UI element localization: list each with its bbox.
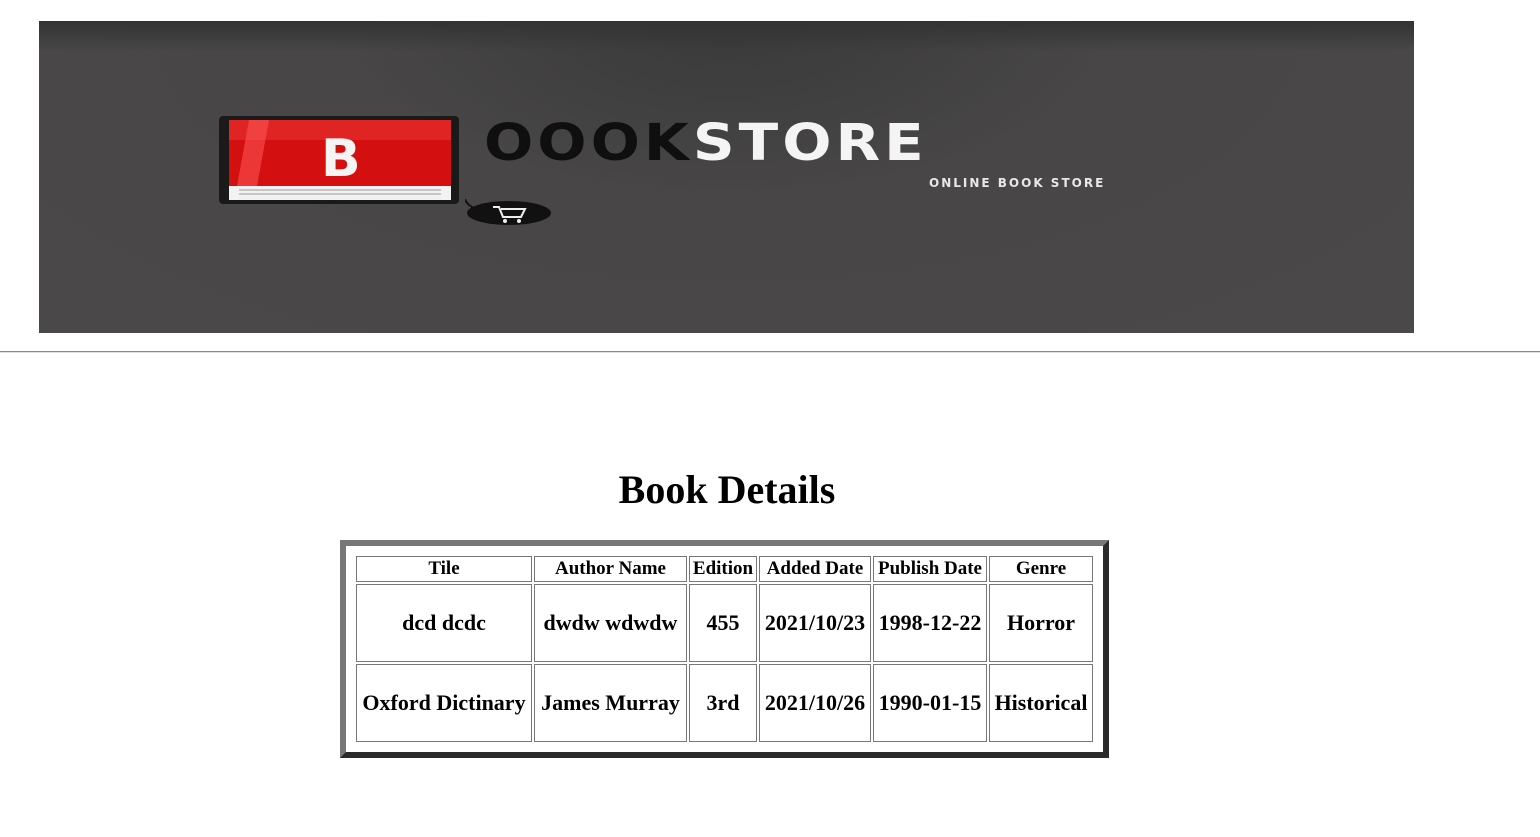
cell-author: dwdw wdwdw: [534, 584, 687, 662]
logo-letter: B: [321, 129, 361, 189]
book-details-table: Tile Author Name Edition Added Date Publ…: [340, 540, 1109, 758]
cell-title: Oxford Dictinary: [356, 664, 532, 742]
header-banner: B OOOKSTORE ONLINE BOOK STORE: [39, 21, 1414, 333]
cell-publish-date: 1998-12-22: [873, 584, 987, 662]
book-table-container: Tile Author Name Edition Added Date Publ…: [340, 540, 1109, 758]
column-header-edition: Edition: [689, 556, 757, 582]
logo-wordmark: OOOKSTORE: [484, 117, 928, 168]
cell-genre: Horror: [989, 584, 1093, 662]
cell-title: dcd dcdc: [356, 584, 532, 662]
column-header-genre: Genre: [989, 556, 1093, 582]
cell-added-date: 2021/10/23: [759, 584, 871, 662]
cell-edition: 3rd: [689, 664, 757, 742]
page-title: Book Details: [618, 467, 836, 512]
column-header-author: Author Name: [534, 556, 687, 582]
cell-added-date: 2021/10/26: [759, 664, 871, 742]
cell-genre: Historical: [989, 664, 1093, 742]
column-header-title: Tile: [356, 556, 532, 582]
horizontal-rule: [0, 351, 1540, 353]
cell-edition: 455: [689, 584, 757, 662]
book-logo-icon: B: [219, 116, 459, 204]
cell-publish-date: 1990-01-15: [873, 664, 987, 742]
table-row: Oxford Dictinary James Murray 3rd 2021/1…: [356, 664, 1093, 742]
logo-word-light: STORE: [692, 112, 928, 173]
table-header-row: Tile Author Name Edition Added Date Publ…: [356, 556, 1093, 582]
table-row: dcd dcdc dwdw wdwdw 455 2021/10/23 1998-…: [356, 584, 1093, 662]
banner-shade: [39, 21, 1414, 51]
logo-tagline: ONLINE BOOK STORE: [929, 176, 1106, 190]
logo-word-dark: OOOK: [484, 112, 693, 173]
shopping-cart-icon: [465, 199, 551, 225]
column-header-publish-date: Publish Date: [873, 556, 987, 582]
column-header-added-date: Added Date: [759, 556, 871, 582]
cell-author: James Murray: [534, 664, 687, 742]
